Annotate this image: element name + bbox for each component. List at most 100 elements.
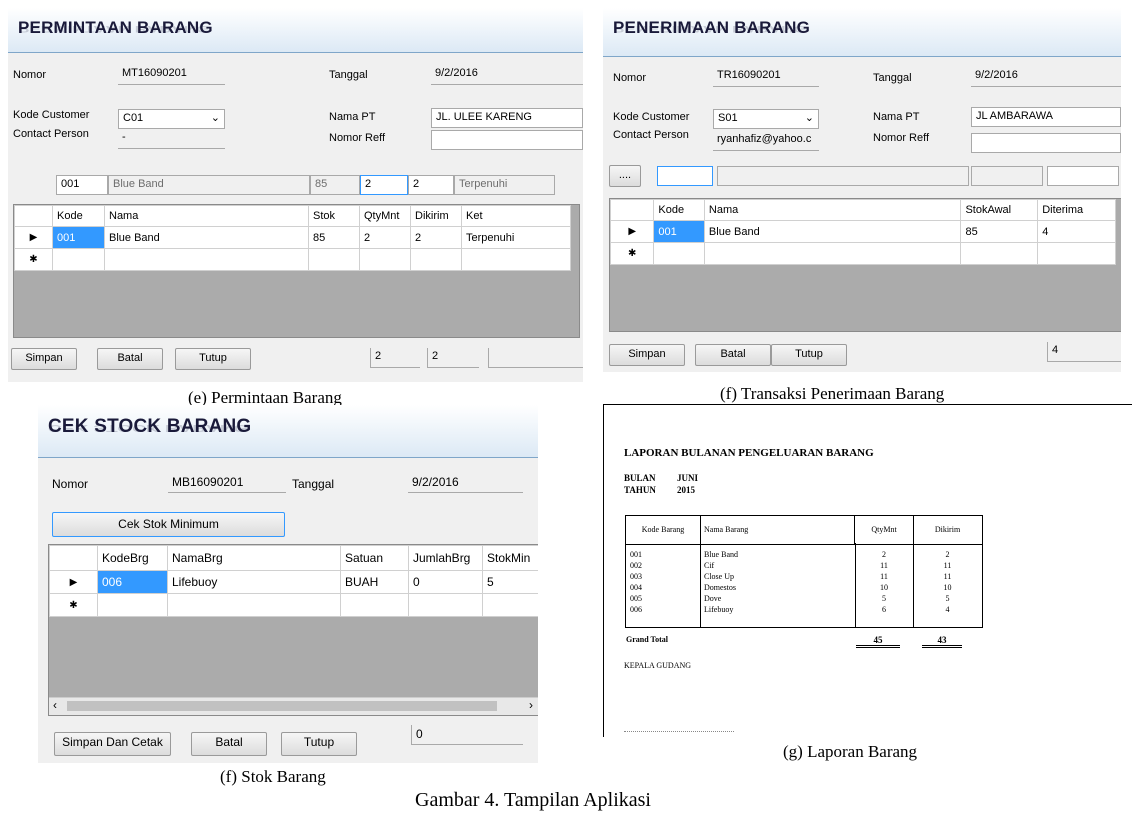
cell-qtymnt[interactable]: 2	[359, 226, 411, 249]
new-row[interactable]: ✱	[49, 593, 538, 617]
tutup-button[interactable]: Tutup	[771, 344, 847, 366]
cell-jumlahbrg[interactable]: 0	[408, 570, 483, 594]
col-kode[interactable]: Kode	[52, 205, 105, 227]
simpan-button[interactable]: Simpan	[609, 344, 685, 366]
cek-stok-minimum-button[interactable]: Cek Stok Minimum	[52, 512, 285, 537]
nomor-field[interactable]: TR16090201	[713, 67, 819, 87]
col-namabrg[interactable]: NamaBrg	[167, 545, 341, 571]
col-satuan[interactable]: Satuan	[340, 545, 409, 571]
cell-nama[interactable]: Blue Band	[703, 220, 962, 243]
col-nama-barang: Nama Barang	[700, 516, 855, 544]
nomor-field[interactable]: MB16090201	[168, 473, 286, 493]
entry-diterima-field[interactable]	[1047, 166, 1119, 186]
new-cell[interactable]	[461, 248, 571, 271]
contact-field[interactable]: -	[118, 129, 225, 149]
cell-qtymnt: 11	[880, 572, 888, 581]
kode-supplier-select[interactable]: S01 ⌄	[713, 109, 819, 129]
scroll-thumb[interactable]	[67, 701, 497, 711]
cell-stok[interactable]: 85	[308, 226, 360, 249]
cell-stokmin[interactable]: 5	[482, 570, 538, 594]
col-kodebrg[interactable]: KodeBrg	[97, 545, 168, 571]
browse-button[interactable]: ....	[609, 165, 641, 187]
table-row[interactable]: ▶ 001 Blue Band 85 2 2 Terpenuhi	[14, 226, 571, 249]
cell-nama[interactable]: Blue Band	[104, 226, 309, 249]
table-row[interactable]: ▶ 006 Lifebuoy BUAH 0 5	[49, 570, 538, 594]
simpan-button[interactable]: Simpan	[11, 348, 77, 370]
new-cell[interactable]	[703, 242, 962, 265]
tanggal-field[interactable]: 9/2/2016	[971, 67, 1121, 87]
col-stok[interactable]: Stok	[308, 205, 360, 227]
new-cell[interactable]	[308, 248, 360, 271]
contact-field[interactable]: ryanhafiz@yahoo.c	[713, 131, 819, 151]
new-cell[interactable]	[340, 593, 409, 617]
new-cell[interactable]	[482, 593, 538, 617]
permintaan-header: PERMINTAAN BARANG PERMINTAAN BARANG	[8, 8, 583, 53]
cell-dikirim[interactable]: 2	[410, 226, 462, 249]
entry-kode-field[interactable]: 001	[56, 175, 108, 195]
batal-button[interactable]: Batal	[695, 344, 771, 366]
col-ket[interactable]: Ket	[461, 205, 571, 227]
new-cell[interactable]	[167, 593, 341, 617]
col-jumlahbrg[interactable]: JumlahBrg	[408, 545, 483, 571]
scroll-left-icon[interactable]: ‹	[53, 698, 57, 712]
entry-qty-field[interactable]: 2	[360, 175, 408, 195]
nomor-reff-field[interactable]	[431, 130, 583, 150]
cell-dikirim: 5	[945, 594, 950, 603]
tanggal-field[interactable]: 9/2/2016	[431, 65, 583, 85]
cell-kodebrg[interactable]: 006	[97, 570, 168, 594]
col-diterima[interactable]: Diterima	[1037, 199, 1116, 221]
tutup-button[interactable]: Tutup	[175, 348, 251, 370]
new-cell[interactable]	[104, 248, 309, 271]
tanggal-field[interactable]: 9/2/2016	[408, 473, 523, 493]
cell-kode-barang: 003	[630, 572, 642, 581]
nama-pt-field[interactable]: JL AMBARAWA	[971, 107, 1121, 127]
tanggal-label: Tanggal	[292, 477, 335, 491]
nomor-reff-field[interactable]	[971, 133, 1121, 153]
cell-kode[interactable]: 001	[52, 226, 105, 249]
total-dikirim-field: 2	[427, 348, 479, 368]
table-row[interactable]: ▶ 001 Blue Band 85 4	[610, 220, 1116, 243]
entry-kode-field[interactable]	[657, 166, 713, 186]
nomor-field[interactable]: MT16090201	[118, 65, 225, 85]
cell-stokawal[interactable]: 85	[960, 220, 1039, 243]
new-cell[interactable]	[960, 242, 1039, 265]
scroll-right-icon[interactable]: ›	[529, 698, 533, 712]
col-stokmin[interactable]: StokMin	[482, 545, 538, 571]
new-row[interactable]: ✱	[14, 248, 571, 271]
new-row[interactable]: ✱	[610, 242, 1116, 265]
cell-ket[interactable]: Terpenuhi	[461, 226, 571, 249]
tutup-button[interactable]: Tutup	[281, 732, 357, 756]
cell-diterima[interactable]: 4	[1037, 220, 1116, 243]
nama-pt-field[interactable]: JL. ULEE KARENG	[431, 108, 583, 128]
new-cell[interactable]	[410, 248, 462, 271]
new-cell[interactable]	[1037, 242, 1116, 265]
kode-customer-select[interactable]: C01 ⌄	[118, 109, 225, 129]
new-cell[interactable]	[653, 242, 705, 265]
simpan-dan-cetak-button[interactable]: Simpan Dan Cetak	[54, 732, 171, 756]
col-nama[interactable]: Nama	[703, 199, 962, 221]
col-qtymnt[interactable]: QtyMnt	[359, 205, 411, 227]
cell-kode[interactable]: 001	[653, 220, 705, 243]
new-cell[interactable]	[52, 248, 105, 271]
col-qtymnt: QtyMnt	[855, 516, 914, 544]
new-cell[interactable]	[359, 248, 411, 271]
col-nama[interactable]: Nama	[104, 205, 309, 227]
new-cell[interactable]	[408, 593, 483, 617]
col-kode[interactable]: Kode	[653, 199, 705, 221]
title-reflection: PENERIMAAN BARANG	[613, 23, 807, 34]
permintaan-grid[interactable]: Kode Nama Stok QtyMnt Dikirim Ket ▶ 001 …	[13, 204, 580, 338]
col-dikirim[interactable]: Dikirim	[410, 205, 462, 227]
col-stokawal[interactable]: StokAwal	[960, 199, 1039, 221]
contact-label: Contact Person	[613, 129, 689, 141]
batal-button[interactable]: Batal	[191, 732, 267, 756]
table-header-row: Kode Nama StokAwal Diterima	[610, 199, 1116, 221]
cell-satuan[interactable]: BUAH	[340, 570, 409, 594]
entry-dikirim-field[interactable]: 2	[408, 175, 454, 195]
tahun-value: 2015	[677, 485, 695, 495]
penerimaan-grid[interactable]: Kode Nama StokAwal Diterima ▶ 001 Blue B…	[609, 198, 1121, 332]
horizontal-scrollbar[interactable]: ‹ ›	[49, 697, 538, 715]
cell-namabrg[interactable]: Lifebuoy	[167, 570, 341, 594]
cek-stock-grid[interactable]: KodeBrg NamaBrg Satuan JumlahBrg StokMin…	[48, 544, 538, 716]
new-cell[interactable]	[97, 593, 168, 617]
batal-button[interactable]: Batal	[97, 348, 163, 370]
